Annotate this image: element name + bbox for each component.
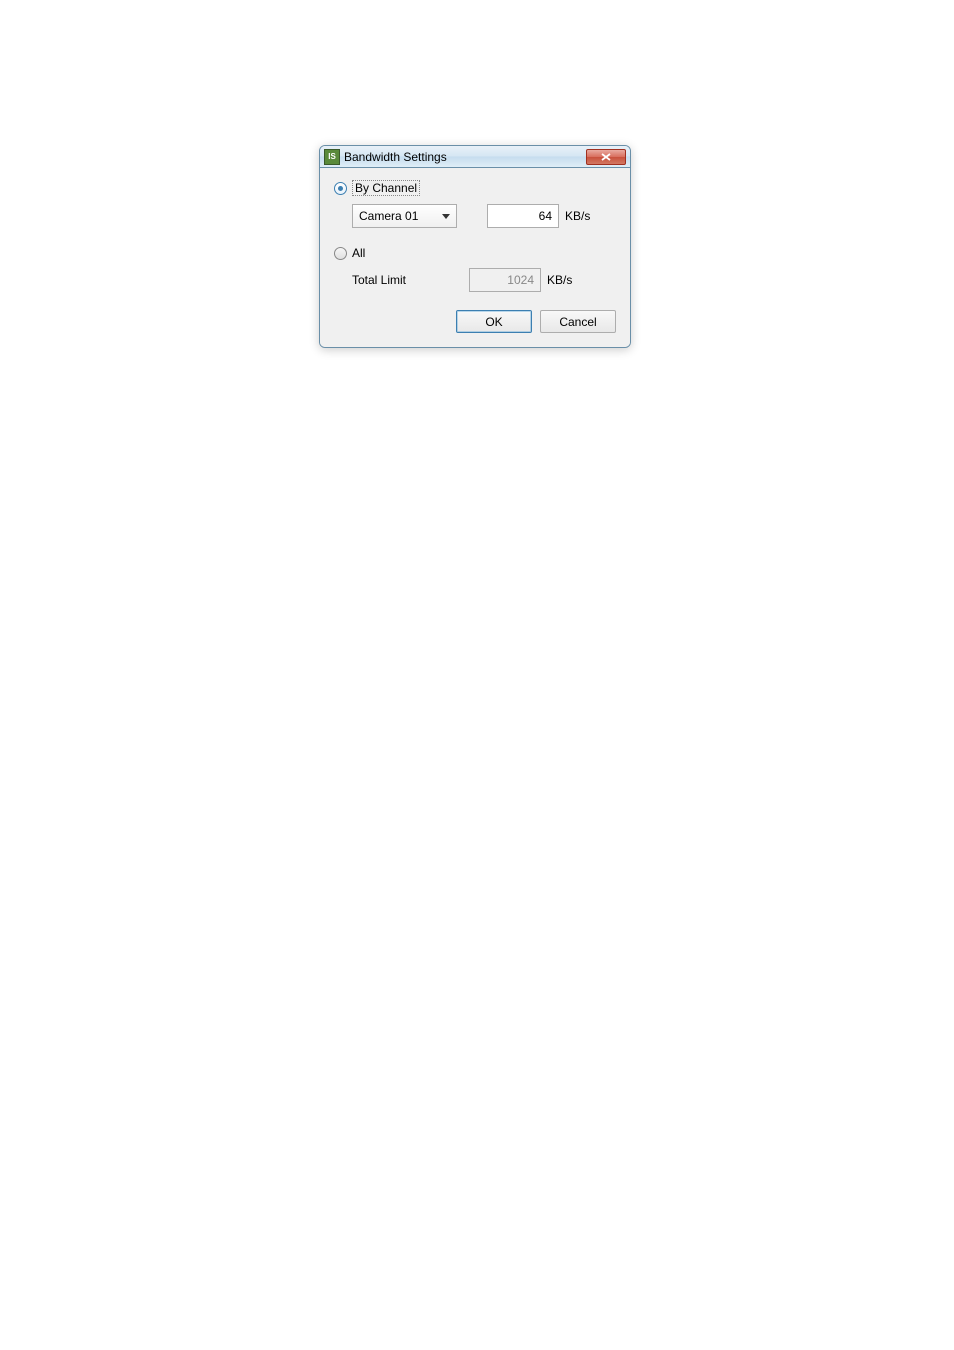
channel-select-value: Camera 01	[359, 209, 442, 223]
total-limit-label: Total Limit	[352, 273, 469, 287]
cancel-button[interactable]: Cancel	[540, 310, 616, 333]
total-limit-unit: KB/s	[547, 273, 572, 287]
close-button[interactable]	[586, 149, 626, 165]
chevron-down-icon	[442, 214, 450, 219]
ok-button[interactable]: OK	[456, 310, 532, 333]
channel-limit-unit: KB/s	[565, 209, 590, 223]
by-channel-section: Camera 01 KB/s	[352, 204, 616, 228]
button-row: OK Cancel	[334, 306, 616, 333]
total-limit-input	[469, 268, 541, 292]
radio-by-channel-label[interactable]: By Channel	[352, 180, 420, 196]
close-icon	[601, 153, 611, 161]
bandwidth-settings-dialog: IS Bandwidth Settings By Channel Camera …	[319, 145, 631, 348]
radio-by-channel[interactable]	[334, 182, 347, 195]
dialog-title: Bandwidth Settings	[344, 150, 586, 164]
radio-all-row: All	[334, 246, 616, 260]
radio-all-label[interactable]: All	[352, 246, 365, 260]
total-limit-row: Total Limit KB/s	[352, 268, 616, 292]
radio-by-channel-row: By Channel	[334, 180, 616, 196]
channel-select[interactable]: Camera 01	[352, 204, 457, 228]
app-icon: IS	[324, 149, 340, 165]
radio-all[interactable]	[334, 247, 347, 260]
channel-limit-input[interactable]	[487, 204, 559, 228]
radio-dot-icon	[338, 186, 343, 191]
titlebar[interactable]: IS Bandwidth Settings	[320, 146, 630, 168]
dialog-body: By Channel Camera 01 KB/s All Total Limi…	[320, 168, 630, 347]
